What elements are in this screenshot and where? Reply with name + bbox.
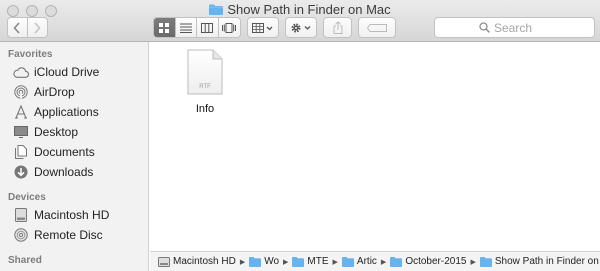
column-view-button[interactable] <box>197 18 219 37</box>
navigation-buttons <box>7 17 48 38</box>
hard-drive-icon <box>13 207 29 223</box>
arrange-button[interactable] <box>247 17 279 38</box>
search-icon <box>479 22 490 33</box>
chevron-right-icon <box>34 21 41 34</box>
downloads-icon <box>13 164 29 180</box>
rtf-document-icon: RTF <box>187 49 223 95</box>
share-icon <box>333 21 342 34</box>
icon-view-button[interactable] <box>154 18 176 37</box>
arrange-grid-icon <box>252 22 273 33</box>
forward-button[interactable] <box>28 18 47 37</box>
sidebar-item-downloads[interactable]: Downloads <box>13 162 93 182</box>
tags-button[interactable] <box>358 17 396 38</box>
folder-icon <box>209 4 224 15</box>
file-name: Info <box>195 103 215 115</box>
sidebar-item-label: Macintosh HD <box>34 208 110 222</box>
window-title: Show Path in Finder on Mac <box>227 2 391 17</box>
path-crumb-label: Artic <box>356 256 377 267</box>
path-separator: ▶ <box>470 258 476 266</box>
sidebar-item-label: Documents <box>34 145 95 159</box>
path-crumb-label: MTE <box>307 256 329 267</box>
search-field[interactable]: Search <box>434 17 595 38</box>
file-area: RTF Info <box>150 42 600 251</box>
file-type-label: RTF <box>199 84 211 90</box>
columns-icon <box>201 22 214 33</box>
title-toolbar: Show Path in Finder on Mac Search <box>0 0 600 42</box>
path-separator: ▶ <box>283 258 289 266</box>
path-crumb-label: October-2015 <box>405 256 467 267</box>
sidebar-heading-devices: Devices <box>8 192 46 203</box>
path-separator: ▶ <box>332 258 338 266</box>
path-crumb-folder[interactable]: MTE <box>292 256 329 267</box>
path-bar: Macintosh HD ▶ Wo ▶ MTE ▶ Artic ▶ Octobe… <box>150 251 600 271</box>
share-button[interactable] <box>323 17 352 38</box>
list-view-button[interactable] <box>176 18 197 37</box>
chevron-left-icon <box>13 21 20 34</box>
sidebar-item-desktop[interactable]: Desktop <box>13 122 78 142</box>
sidebar-heading-favorites: Favorites <box>8 49 53 60</box>
sidebar: Favorites iCloud Drive AirDrop Applicati… <box>0 42 149 271</box>
gear-icon <box>291 22 311 33</box>
path-crumb-folder[interactable]: Artic <box>341 256 377 267</box>
sidebar-item-icloud-drive[interactable]: iCloud Drive <box>13 62 99 82</box>
list-icon <box>179 23 192 33</box>
sidebar-item-label: Remote Disc <box>34 228 103 242</box>
folder-icon <box>292 256 305 267</box>
path-crumb-label: Wo <box>264 256 280 267</box>
sidebar-item-documents[interactable]: Documents <box>13 142 95 162</box>
path-crumb-folder[interactable]: Wo <box>249 256 279 267</box>
sidebar-item-macintosh-hd[interactable]: Macintosh HD <box>13 205 109 225</box>
path-crumb-macintosh-hd[interactable]: Macintosh HD <box>158 256 236 267</box>
sidebar-item-label: iCloud Drive <box>34 65 100 79</box>
sidebar-heading-shared: Shared <box>8 255 42 266</box>
folder-icon <box>479 256 492 267</box>
sidebar-item-label: Applications <box>34 105 99 119</box>
path-crumb-folder[interactable]: October-2015 <box>390 256 466 267</box>
file-item[interactable]: RTF Info <box>185 49 225 115</box>
hard-drive-icon <box>158 256 170 267</box>
back-button[interactable] <box>8 18 28 37</box>
view-mode-control <box>153 17 241 38</box>
path-crumb-label: Macintosh HD <box>173 256 236 267</box>
search-placeholder: Search <box>494 20 533 35</box>
folder-icon <box>341 256 354 267</box>
action-button[interactable] <box>285 17 317 38</box>
path-crumb-label: Show Path in Finder on Mac <box>494 256 600 267</box>
path-crumb-current-folder[interactable]: Show Path in Finder on Mac <box>479 256 600 267</box>
applications-icon <box>13 104 29 120</box>
sidebar-item-applications[interactable]: Applications <box>13 102 99 122</box>
airdrop-icon <box>13 84 29 100</box>
cover-flow-button[interactable] <box>219 18 240 37</box>
folder-icon <box>249 256 262 267</box>
sidebar-item-label: Desktop <box>34 125 79 139</box>
sidebar-item-airdrop[interactable]: AirDrop <box>13 82 75 102</box>
cloud-icon <box>13 64 29 80</box>
sidebar-item-label: AirDrop <box>34 85 75 99</box>
sidebar-item-label: Downloads <box>34 165 94 179</box>
cover-flow-icon <box>222 22 237 33</box>
folder-icon <box>390 256 403 267</box>
path-separator: ▶ <box>380 258 387 266</box>
window-title-area: Show Path in Finder on Mac <box>0 2 600 18</box>
tag-icon <box>367 23 387 32</box>
documents-icon <box>13 144 29 160</box>
path-separator: ▶ <box>239 258 246 266</box>
desktop-icon <box>13 124 29 140</box>
sidebar-item-remote-disc[interactable]: Remote Disc <box>13 225 103 245</box>
disc-icon <box>13 227 29 243</box>
grid-icon <box>159 22 170 33</box>
